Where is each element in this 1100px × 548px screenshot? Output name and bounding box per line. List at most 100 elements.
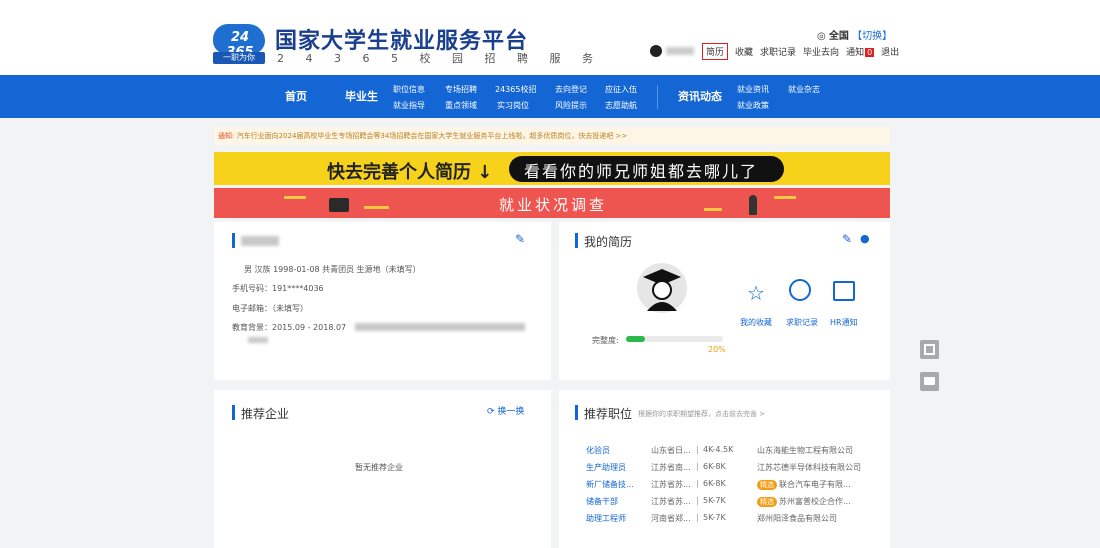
- survey-banner[interactable]: 就业状况调查: [214, 188, 890, 218]
- logo-slogan: 一职为你: [213, 52, 265, 64]
- job-company[interactable]: 郑州阳泽食品有限公司: [757, 513, 837, 524]
- job-company[interactable]: 山东海能生物工程有限公司: [757, 445, 853, 456]
- nav-employment-news[interactable]: 就业资讯: [737, 84, 769, 95]
- edit-resume-icon[interactable]: ✎: [842, 232, 852, 246]
- user-nav-logout[interactable]: 退出: [881, 45, 899, 58]
- user-nav-favorites[interactable]: 收藏: [735, 45, 753, 58]
- nav-enlist[interactable]: 应征入伍: [605, 84, 637, 95]
- user-nav-notifications[interactable]: 通知 0: [846, 45, 875, 58]
- nav-career-guide[interactable]: 就业指导: [393, 100, 425, 111]
- job-salary: 5K-7K: [703, 496, 726, 505]
- nav-graduate[interactable]: 毕业生: [345, 88, 378, 104]
- banner-complete-resume-text: 快去完善个人简历 ↓: [327, 162, 493, 183]
- view-resume-icon[interactable]: ●: [860, 232, 870, 245]
- nav-news[interactable]: 资讯动态: [678, 88, 722, 104]
- nav-employment-magazine[interactable]: 就业杂志: [788, 84, 820, 95]
- resume-banner[interactable]: 快去完善个人简历 ↓ 看看你的师兄师姐都去哪儿了: [214, 152, 890, 185]
- refresh-companies-button[interactable]: ⟳ 换一换: [487, 404, 524, 417]
- company-name: 苏州富普校企合作...: [779, 497, 851, 506]
- nav-volunteer[interactable]: 志愿助航: [605, 100, 637, 111]
- region-switch-link[interactable]: 【切换】: [852, 31, 892, 42]
- banner-pill-text: 看看你的师兄师姐都去哪儿了: [524, 162, 759, 181]
- separator: |: [696, 462, 699, 471]
- refresh-icon: ⟳: [487, 407, 498, 417]
- job-title-link[interactable]: 化验员: [586, 445, 610, 456]
- nav-campus-24365[interactable]: 24365校招: [495, 84, 536, 95]
- notifications-label: 通知: [846, 47, 865, 58]
- my-favorites-link[interactable]: 我的收藏: [740, 317, 772, 328]
- company-name: 郑州阳泽食品有限公司: [757, 514, 837, 523]
- person-icon: [749, 195, 757, 215]
- section-marker: [575, 405, 578, 420]
- jobs-hint-link[interactable]: 根据你的求职期望推荐，点击前去完善 >: [638, 409, 765, 419]
- job-company[interactable]: 精选 联合汽车电子有限...: [757, 479, 851, 490]
- job-location: 山东省日...: [651, 446, 691, 455]
- refresh-label: 换一换: [497, 407, 525, 417]
- job-location: 江苏省苏...: [651, 480, 691, 489]
- featured-tag: 精选: [757, 497, 777, 507]
- clock-icon[interactable]: [789, 279, 811, 301]
- separator: |: [696, 445, 699, 454]
- nav-special-recruit[interactable]: 专场招聘: [445, 84, 477, 95]
- user-nav-job-records[interactable]: 求职记录: [760, 45, 796, 58]
- nav-employment-policy[interactable]: 就业政策: [737, 100, 769, 111]
- nav-key-fields[interactable]: 重点领域: [445, 100, 477, 111]
- chat-icon: [924, 377, 935, 385]
- user-name-blurred[interactable]: [666, 47, 694, 55]
- decor-bar: [704, 208, 722, 211]
- nav-internship[interactable]: 实习岗位: [497, 100, 529, 111]
- job-title-link[interactable]: 新厂储备技...: [586, 479, 634, 490]
- region-selector: ◎ 全国 【切换】: [817, 27, 892, 42]
- job-company[interactable]: 精选 苏州富普校企合作...: [757, 496, 851, 507]
- completeness-progress-fill: [626, 336, 646, 342]
- hr-notice-link[interactable]: HR通知: [830, 317, 858, 328]
- job-records-link[interactable]: 求职记录: [786, 317, 818, 328]
- star-icon[interactable]: ☆: [747, 281, 765, 305]
- envelope-icon[interactable]: [833, 281, 855, 301]
- jobs-title: 推荐职位: [584, 407, 633, 421]
- notice-text: 汽车行业面向2024届高校毕业生专场招聘会等34场招聘会在国家大学生就业服务平台…: [236, 132, 628, 140]
- nav-risk-tips[interactable]: 风险提示: [555, 100, 587, 111]
- completeness-value: 20%: [708, 345, 726, 354]
- user-nav-destination[interactable]: 毕业去向: [803, 45, 839, 58]
- decor-bar: [774, 196, 796, 199]
- avatar[interactable]: [637, 263, 687, 313]
- companies-title: 推荐企业: [241, 407, 290, 421]
- companies-empty: 暂无推荐企业: [355, 463, 403, 472]
- qr-code-button[interactable]: [920, 340, 939, 359]
- company-name: 江苏芯德半导体科技有限公司: [757, 463, 861, 472]
- location-pin-icon: ◎: [817, 31, 826, 42]
- feedback-button[interactable]: [920, 372, 939, 391]
- job-title-link[interactable]: 助理工程师: [586, 513, 626, 524]
- nav-divider: [657, 85, 658, 109]
- job-row[interactable]: 储备干部 江苏省苏... | 5K-7K 精选 苏州富普校企合作...: [586, 496, 886, 510]
- job-company[interactable]: 江苏芯德半导体科技有限公司: [757, 462, 861, 473]
- job-row[interactable]: 生产助理员 江苏省南... | 6K-8K 江苏芯德半导体科技有限公司: [586, 462, 886, 476]
- job-title-link[interactable]: 储备干部: [586, 496, 618, 507]
- decor-bar: [284, 196, 306, 199]
- edit-profile-icon[interactable]: ✎: [515, 232, 525, 246]
- profile-email: 电子邮箱：（未填写）: [232, 304, 308, 313]
- nav-destination-register[interactable]: 去向登记: [555, 84, 587, 95]
- nav-job-info[interactable]: 职位信息: [393, 84, 425, 95]
- education-detail-blurred: [248, 337, 268, 343]
- user-nav-resume[interactable]: 简历: [702, 42, 729, 60]
- profile-phone: 手机号码：191****4036: [232, 284, 324, 293]
- site-subtitle: 2 4 3 6 5 校 园 招 聘 服 务: [277, 52, 602, 65]
- job-row[interactable]: 助理工程师 河南省郑... | 5K-7K 郑州阳泽食品有限公司: [586, 513, 886, 527]
- user-avatar-icon[interactable]: [650, 45, 662, 57]
- completeness-progress: [626, 336, 723, 342]
- separator: |: [696, 479, 699, 488]
- decor-bar: [364, 206, 389, 209]
- graduate-avatar-icon: [643, 269, 681, 311]
- notice-bar[interactable]: 通知: 汽车行业面向2024届高校毕业生专场招聘会等34场招聘会在国家大学生就业…: [214, 127, 890, 145]
- profile-name-blurred: [241, 236, 279, 246]
- job-row[interactable]: 新厂储备技... 江苏省苏... | 6K-8K 精选 联合汽车电子有限...: [586, 479, 886, 493]
- job-title-link[interactable]: 生产助理员: [586, 462, 626, 473]
- nav-home[interactable]: 首页: [285, 88, 307, 104]
- job-row[interactable]: 化验员 山东省日... | 4K-4.5K 山东海能生物工程有限公司: [586, 445, 886, 459]
- site-logo[interactable]: 24 365 一职为你: [213, 24, 265, 64]
- separator: |: [696, 496, 699, 505]
- job-salary: 6K-8K: [703, 462, 726, 471]
- user-nav: 简历 收藏 求职记录 毕业去向 通知 0 退出: [650, 42, 906, 60]
